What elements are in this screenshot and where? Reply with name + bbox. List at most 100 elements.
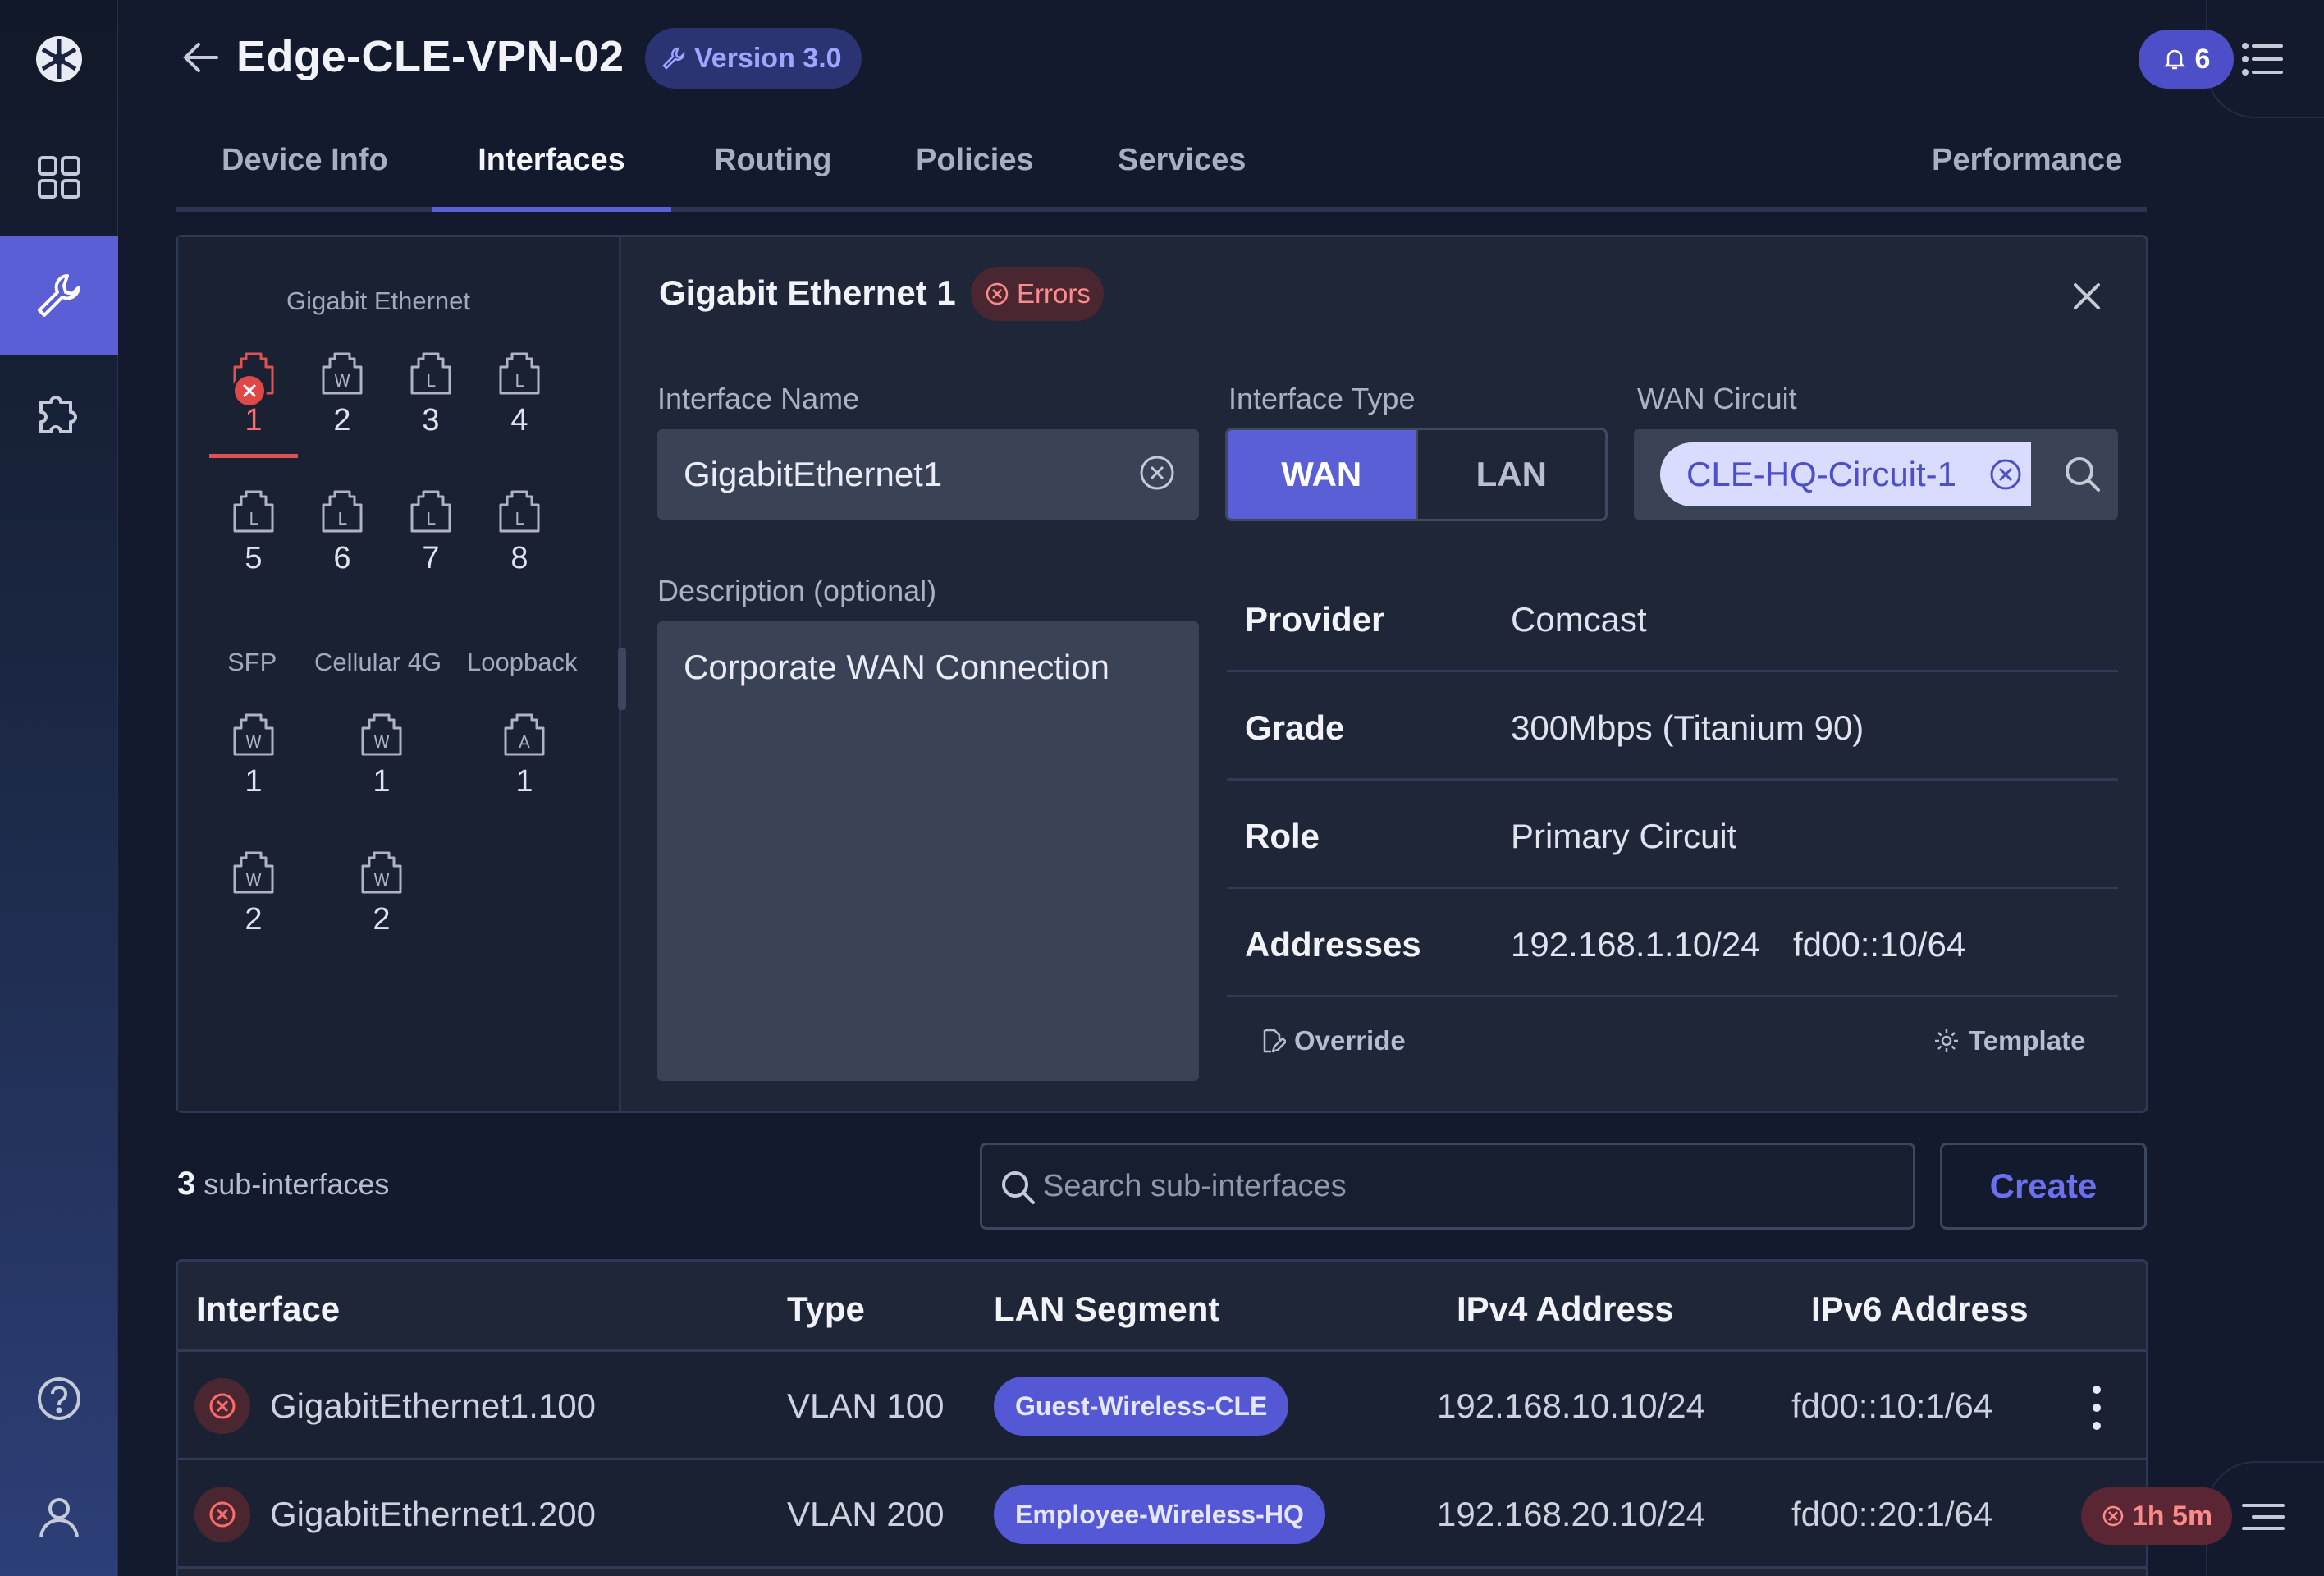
create-button[interactable]: Create (1940, 1143, 2147, 1230)
tab-services[interactable]: Services (1098, 143, 1265, 207)
sidebar (0, 0, 118, 1576)
port-gigabit-2[interactable]: W2 (298, 352, 387, 438)
template-button[interactable]: Template (1933, 1025, 2085, 1056)
port-gigabit-6[interactable]: L6 (298, 490, 387, 576)
sidebar-item-help[interactable] (0, 1340, 118, 1458)
remove-chip-icon[interactable] (1988, 457, 2023, 492)
ethernet-port-icon: L (475, 352, 564, 395)
tab-device-info[interactable]: Device Info (202, 143, 408, 207)
port-gigabit-3[interactable]: L3 (387, 352, 475, 438)
type-option-lan[interactable]: LAN (1415, 430, 1606, 519)
column-header[interactable]: IPv4 Address (1457, 1290, 1674, 1329)
wan-circuit-value: CLE-HQ-Circuit-1 (1686, 455, 1957, 493)
group-label-cellular: Cellular 4G (314, 648, 442, 676)
group-label-gigabit: Gigabit Ethernet (286, 286, 471, 315)
clear-input-icon[interactable] (1138, 454, 1176, 492)
column-header[interactable]: LAN Segment (994, 1290, 1219, 1329)
ethernet-port-icon: L (209, 490, 298, 533)
brand-logo-icon[interactable] (33, 33, 85, 85)
wan-circuit-label: WAN Circuit (1637, 382, 1797, 415)
port-cellular-1[interactable]: W1 (337, 713, 426, 799)
session-timer-badge[interactable]: 1h 5m (2081, 1487, 2232, 1545)
override-button[interactable]: Override (1258, 1025, 1406, 1056)
status-badge: Errors (971, 267, 1104, 321)
port-number: 2 (333, 403, 351, 438)
lan-segment-chip[interactable]: Employee-Wireless-HQ (994, 1485, 1325, 1544)
wan-circuit-field[interactable]: CLE-HQ-Circuit-1 (1634, 429, 2118, 520)
lan-segment-chip[interactable]: Guest-Wireless-CLE (994, 1377, 1289, 1436)
cell-ipv4: 192.168.20.10/24 (1437, 1495, 1705, 1533)
group-label-sfp: SFP (227, 648, 277, 676)
error-icon (194, 1378, 250, 1434)
svg-text:L: L (515, 371, 524, 391)
grid-icon (38, 156, 80, 199)
port-sfp-1[interactable]: W1 (209, 713, 298, 799)
port-number: 1 (515, 764, 533, 799)
port-gigabit-7[interactable]: L7 (387, 490, 475, 576)
tab-routing[interactable]: Routing (694, 143, 852, 207)
type-option-wan[interactable]: WAN (1228, 430, 1416, 519)
port-gigabit-8[interactable]: L8 (475, 490, 564, 576)
tab-performance[interactable]: Performance (1912, 143, 2142, 207)
port-cellular-2[interactable]: W2 (337, 851, 426, 937)
port-number: 1 (245, 403, 263, 438)
port-number: 5 (245, 541, 263, 575)
template-label: Template (1969, 1025, 2086, 1056)
port-list-scrollbar[interactable] (618, 648, 626, 710)
wan-circuit-chip[interactable]: CLE-HQ-Circuit-1 (1660, 442, 2031, 506)
info-value: 300Mbps (Titanium 90) (1511, 708, 1864, 747)
list-menu-icon[interactable] (2240, 36, 2286, 82)
tab-policies[interactable]: Policies (896, 143, 1054, 207)
sidebar-item-dashboard[interactable] (0, 118, 118, 236)
group-label-loopback: Loopback (467, 648, 578, 676)
cell-interface[interactable]: GigabitEthernet1.100 (270, 1386, 596, 1426)
back-arrow-icon[interactable] (179, 34, 225, 80)
sidebar-item-extensions[interactable] (0, 355, 118, 473)
interface-name-input[interactable]: GigabitEthernet1 (657, 429, 1199, 520)
description-value: Corporate WAN Connection (684, 648, 1110, 686)
more-actions-icon[interactable] (2088, 1383, 2105, 1432)
svg-text:W: W (334, 371, 350, 391)
port-sfp-2[interactable]: W2 (209, 851, 298, 937)
svg-text:L: L (337, 509, 347, 529)
table-row[interactable]: GigabitEthernet1.100 VLAN 100 Guest-Wirele… (178, 1352, 2146, 1460)
column-header[interactable]: Interface (196, 1290, 340, 1329)
notifications-button[interactable]: 6 (2139, 30, 2234, 89)
sidebar-item-configure[interactable] (0, 236, 118, 355)
tab-interfaces[interactable]: Interfaces (432, 143, 671, 212)
ipv6-value: fd00::10/64 (1793, 925, 1966, 964)
search-icon[interactable] (2062, 454, 2103, 495)
version-badge[interactable]: Version 3.0 (645, 28, 862, 89)
error-icon (194, 1487, 250, 1542)
svg-text:L: L (515, 509, 524, 529)
ethernet-port-icon: L (475, 490, 564, 533)
ethernet-port-icon: L (387, 490, 475, 533)
sidebar-item-account[interactable] (0, 1458, 118, 1576)
close-icon[interactable] (2069, 278, 2105, 314)
sub-interface-search[interactable]: Search sub-interfaces (980, 1143, 1915, 1230)
column-header[interactable]: IPv6 Address (1811, 1290, 2029, 1329)
version-label: Version 3.0 (694, 42, 842, 74)
port-number: 1 (373, 764, 391, 799)
cell-ipv6: fd00::20:1/64 (1791, 1495, 1993, 1533)
ipv4-value: 192.168.1.10/24 (1511, 925, 1760, 964)
port-gigabit-4[interactable]: L4 (475, 352, 564, 438)
port-loopback-1[interactable]: A1 (480, 713, 569, 799)
column-header[interactable]: Type (787, 1290, 865, 1329)
port-gigabit-5[interactable]: L5 (209, 490, 298, 576)
list-menu-icon[interactable] (2240, 1494, 2286, 1540)
table-row[interactable]: GigabitEthernet1.200 VLAN 200 Employee-Wir… (178, 1460, 2146, 1569)
ethernet-port-icon: L (387, 352, 475, 395)
description-textarea[interactable]: Corporate WAN Connection (657, 621, 1199, 1081)
error-icon (232, 373, 267, 408)
cell-interface[interactable]: GigabitEthernet1.200 (270, 1495, 596, 1534)
svg-text:W: W (373, 870, 390, 890)
puzzle-icon (39, 396, 77, 433)
port-gigabit-1[interactable]: 1 (209, 352, 298, 458)
gear-icon (1935, 1029, 1958, 1052)
wrench-icon (38, 274, 80, 317)
search-icon (1002, 1171, 1035, 1204)
svg-text:W: W (245, 870, 262, 890)
description-label: Description (optional) (657, 574, 937, 607)
port-number: 2 (373, 902, 391, 937)
